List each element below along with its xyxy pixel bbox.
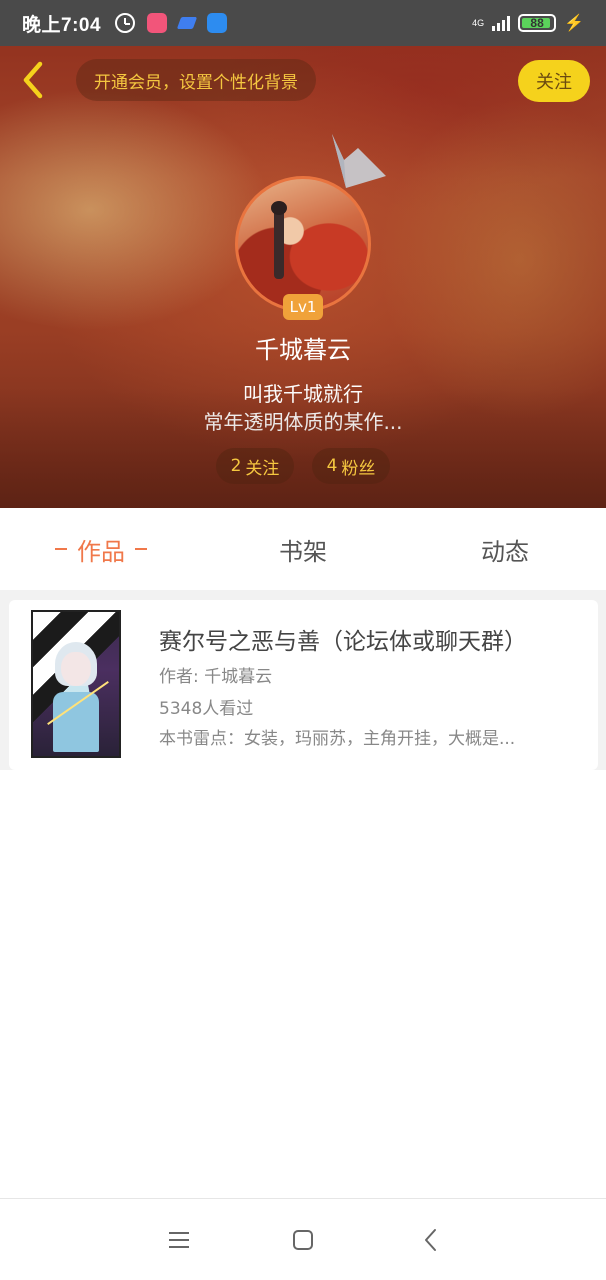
following-stat[interactable]: 2 关注 bbox=[216, 448, 294, 484]
list-item[interactable]: 赛尔号之恶与善（论坛体或聊天群） 作者: 千城暮云 5348人看过 本书雷点：女… bbox=[9, 600, 598, 770]
following-count: 2 bbox=[230, 456, 242, 476]
status-time: 晚上7:04 bbox=[22, 14, 102, 36]
app-notification-icon bbox=[147, 13, 168, 33]
level-badge: Lv1 bbox=[283, 294, 323, 320]
active-tab-marker bbox=[55, 548, 67, 550]
follow-button-label: 关注 bbox=[536, 72, 572, 93]
profile-tabs: 作品 书架 动态 bbox=[0, 508, 606, 590]
home-icon[interactable] bbox=[288, 1225, 318, 1255]
tab-works[interactable]: 作品 bbox=[0, 508, 202, 590]
active-tab-marker bbox=[135, 548, 147, 550]
tab-bookshelf-label: 书架 bbox=[279, 537, 327, 566]
vip-background-prompt[interactable]: 开通会员，设置个性化背景 bbox=[76, 59, 316, 101]
app-notification-icon bbox=[176, 17, 198, 29]
fans-label: 粉丝 bbox=[341, 458, 376, 479]
chevron-left-icon bbox=[23, 61, 43, 99]
alarm-icon bbox=[115, 13, 136, 33]
following-label: 关注 bbox=[245, 458, 280, 479]
signal-icon bbox=[492, 15, 511, 31]
tab-bookshelf[interactable]: 书架 bbox=[202, 508, 404, 590]
username: 千城暮云 bbox=[255, 336, 351, 364]
book-cover[interactable] bbox=[31, 610, 121, 758]
level-badge-text: Lv1 bbox=[289, 298, 317, 316]
bio-line-1: 叫我千城就行 bbox=[243, 382, 363, 406]
fans-count: 4 bbox=[326, 456, 338, 476]
back-button[interactable] bbox=[16, 60, 50, 100]
app-notification-icon bbox=[207, 13, 228, 33]
status-bar: 晚上7:04 4G 88 ⚡ bbox=[0, 0, 606, 46]
vip-prompt-text: 开通会员，设置个性化背景 bbox=[94, 72, 298, 93]
tab-works-label: 作品 bbox=[77, 537, 125, 566]
avatar[interactable] bbox=[235, 176, 371, 312]
network-type: 4G bbox=[472, 17, 485, 28]
follow-button[interactable]: 关注 bbox=[518, 60, 590, 102]
book-views: 5348人看过 bbox=[159, 699, 254, 719]
menu-icon[interactable] bbox=[164, 1225, 194, 1255]
fans-stat[interactable]: 4 粉丝 bbox=[312, 448, 390, 484]
profile-header: 晚上7:04 4G 88 ⚡ 开通会员，设置个性化背景 关注 Lv1 千城暮云 … bbox=[0, 0, 606, 508]
book-author: 作者: 千城暮云 bbox=[159, 667, 273, 687]
tab-activity[interactable]: 动态 bbox=[404, 508, 606, 590]
tab-activity-label: 动态 bbox=[481, 537, 529, 566]
book-title[interactable]: 赛尔号之恶与善（论坛体或聊天群） bbox=[159, 622, 527, 656]
book-description: 本书雷点：女装，玛丽苏，主角开挂，大概是... bbox=[159, 729, 516, 749]
bio-line-2: 常年透明体质的某作... bbox=[203, 410, 403, 434]
back-icon[interactable] bbox=[416, 1225, 446, 1255]
battery-icon: 88 bbox=[518, 14, 557, 32]
system-nav-bar bbox=[0, 1198, 606, 1280]
crown-icon bbox=[332, 134, 386, 188]
battery-level: 88 bbox=[530, 16, 544, 30]
charging-icon: ⚡ bbox=[564, 15, 584, 32]
